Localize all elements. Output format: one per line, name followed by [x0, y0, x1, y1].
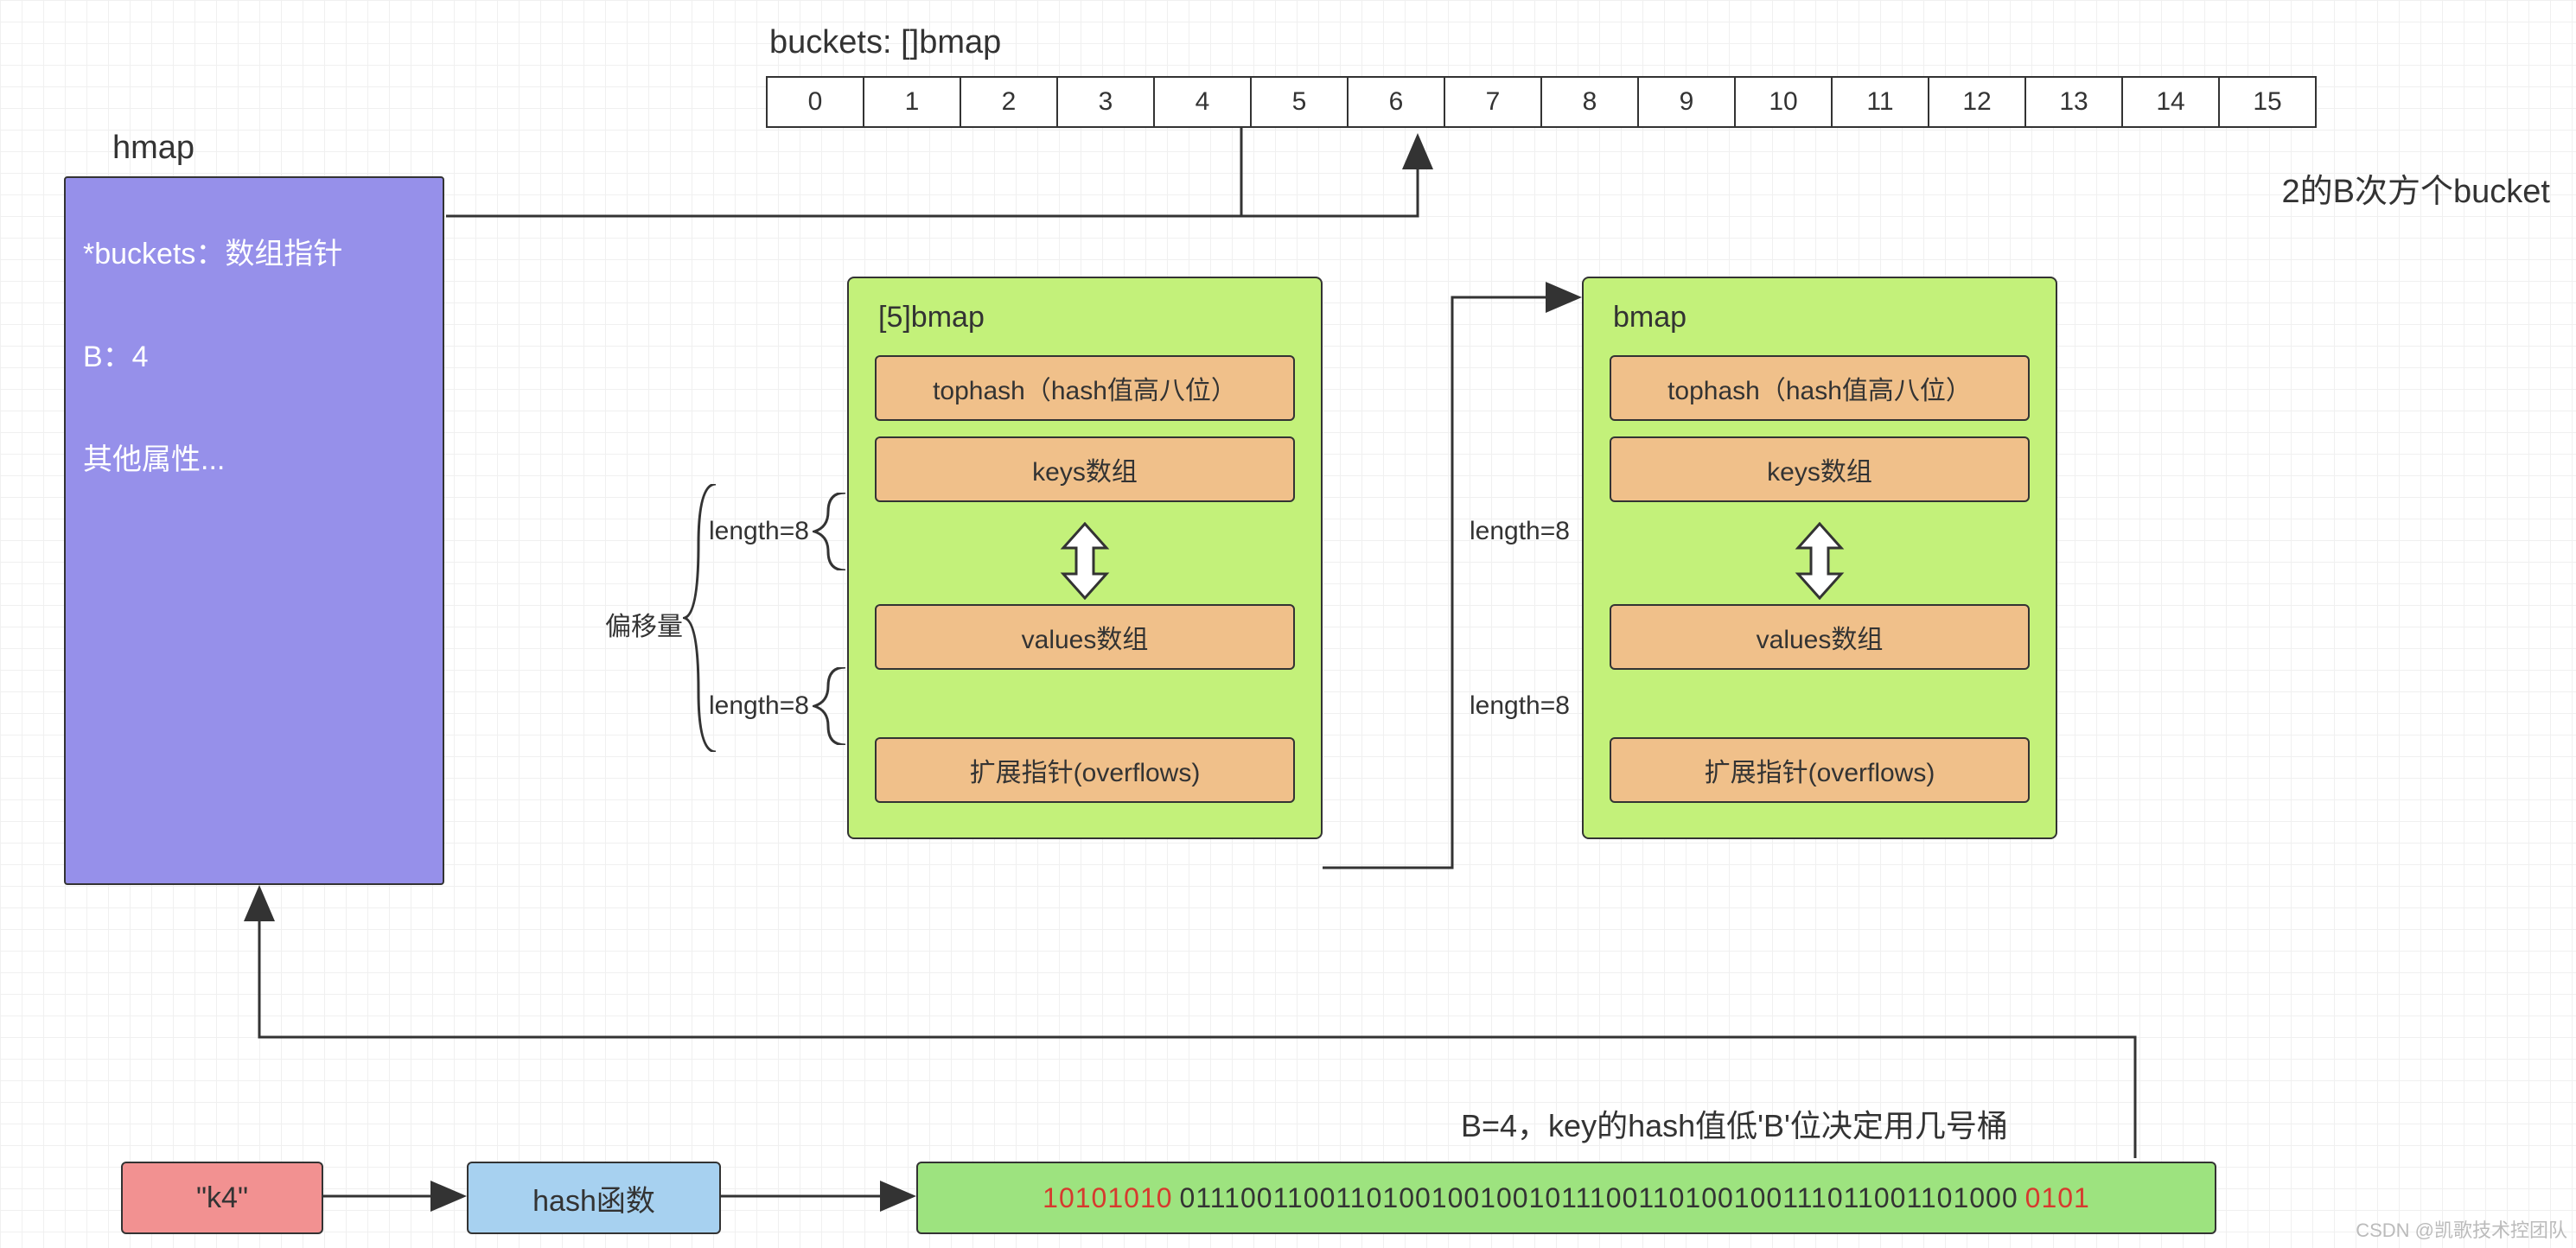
- bucket-cell-0: 0: [766, 76, 864, 128]
- bucket-cell-4: 4: [1155, 76, 1252, 128]
- hmap-box: *buckets：数组指针 B：4 其他属性...: [64, 176, 444, 885]
- hash-high-bits: 10101010: [1043, 1182, 1172, 1214]
- hash-fn-box: hash函数: [467, 1162, 721, 1234]
- bucket-cell-7: 7: [1445, 76, 1542, 128]
- bmap-left-len-keys: length=8: [709, 517, 809, 546]
- hash-low-bits: 0101: [2025, 1182, 2090, 1214]
- bucket-cell-13: 13: [2026, 76, 2123, 128]
- bmap-left-values: values数组: [875, 604, 1295, 670]
- brace-icon: [813, 493, 847, 570]
- bucket-cell-11: 11: [1833, 76, 1929, 128]
- bmap-right: bmap tophash（hash值高八位） keys数组 values数组 扩…: [1582, 277, 2057, 839]
- hash-mid-bits: 0111001100110100100100101110011010010011…: [1180, 1182, 2018, 1214]
- updown-arrow-icon: [1055, 522, 1115, 600]
- bmap-right-title: bmap: [1613, 301, 2030, 334]
- brace-icon: [683, 484, 717, 752]
- bmap-left-tophash: tophash（hash值高八位）: [875, 355, 1295, 421]
- bucket-cell-3: 3: [1058, 76, 1155, 128]
- brace-icon: [813, 667, 847, 745]
- b-rule-note: B=4，key的hash值低'B'位决定用几号桶: [1461, 1101, 2008, 1146]
- bucket-cell-12: 12: [1929, 76, 2026, 128]
- bucket-cell-6: 6: [1349, 76, 1445, 128]
- watermark: CSDN @凯歌技术控团队: [2356, 1215, 2567, 1243]
- bmap-left-keys: keys数组: [875, 436, 1295, 502]
- bmap-right-values: values数组: [1610, 604, 2030, 670]
- bucket-cell-8: 8: [1542, 76, 1639, 128]
- bucket-cell-10: 10: [1736, 76, 1833, 128]
- bmap-right-overflow: 扩展指针(overflows): [1610, 737, 2030, 803]
- bucket-cell-5: 5: [1252, 76, 1349, 128]
- buckets-array: 0123456789101112131415: [766, 76, 2317, 128]
- bmap-right-len-keys: length=8: [1470, 517, 1570, 546]
- buckets-label: buckets: []bmap: [769, 24, 1001, 61]
- bucket-cell-14: 14: [2123, 76, 2220, 128]
- hmap-b: B：4: [83, 333, 425, 375]
- bucket-cell-9: 9: [1639, 76, 1736, 128]
- bmap-left-title: [5]bmap: [878, 301, 1295, 334]
- key-literal-box: "k4": [121, 1162, 323, 1234]
- bmap-left: [5]bmap tophash（hash值高八位） keys数组 values数…: [847, 277, 1323, 839]
- buckets-count-note: 2的B次方个bucket: [2282, 164, 2550, 212]
- bmap-right-len-values: length=8: [1470, 691, 1570, 721]
- bmap-right-tophash: tophash（hash值高八位）: [1610, 355, 2030, 421]
- hmap-buckets-ptr: *buckets：数组指针: [83, 230, 425, 272]
- bmap-left-offset: 偏移量: [605, 605, 683, 643]
- hash-bits-box: 10101010 0111001100110100100100101110011…: [916, 1162, 2216, 1234]
- bucket-cell-2: 2: [961, 76, 1058, 128]
- bmap-left-len-values: length=8: [709, 691, 809, 721]
- hmap-title: hmap: [112, 130, 194, 167]
- bucket-cell-15: 15: [2220, 76, 2317, 128]
- bmap-left-overflow: 扩展指针(overflows): [875, 737, 1295, 803]
- updown-arrow-icon: [1789, 522, 1850, 600]
- bmap-right-keys: keys数组: [1610, 436, 2030, 502]
- bucket-cell-1: 1: [864, 76, 961, 128]
- hmap-other: 其他属性...: [83, 436, 425, 478]
